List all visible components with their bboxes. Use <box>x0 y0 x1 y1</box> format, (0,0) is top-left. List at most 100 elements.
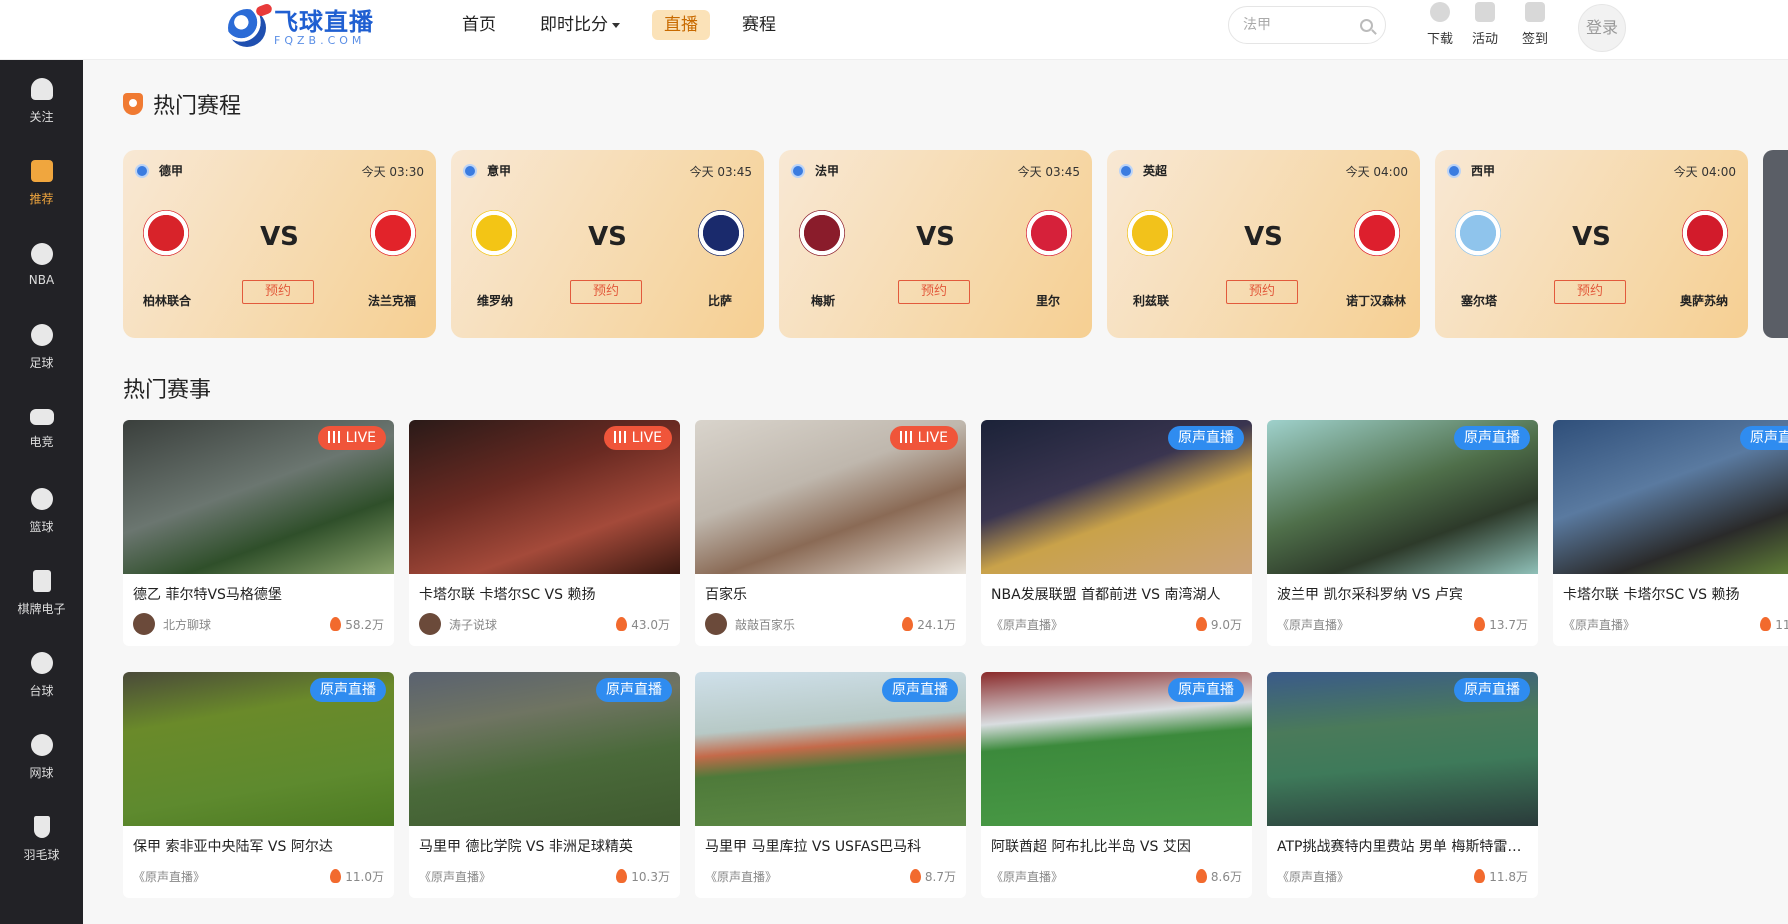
stream-thumbnail[interactable]: 原声直播 <box>1267 672 1538 826</box>
stream-meta: 《原声直播》 10.3万 <box>419 864 670 888</box>
heat-count: 11.5万 <box>1775 617 1788 632</box>
book-button[interactable]: 预约 <box>1554 280 1626 304</box>
sidebar-item-8[interactable]: 网球 <box>0 716 83 798</box>
stream-thumbnail[interactable]: LIVE <box>695 420 966 574</box>
match-card[interactable]: 法甲 今天 03:45 VS 梅斯 预约 里尔 <box>779 150 1092 338</box>
sidebar-item-0[interactable]: 关注 <box>0 60 83 142</box>
stream-card[interactable]: LIVE 德乙 菲尔特VS马格德堡 北方聊球 58.2万 <box>123 420 394 646</box>
stream-card[interactable]: 原声直播卡塔尔联 卡塔尔SC VS 赖扬《原声直播》 11.5万 <box>1553 420 1788 646</box>
anchor-avatar[interactable] <box>419 613 441 635</box>
original-audio-badge: 原声直播 <box>882 678 958 702</box>
stream-card[interactable]: 原声直播 ATP挑战赛特内里费站 男单 梅斯特雷… 《原声直播》 11.8万 <box>1267 672 1538 898</box>
search-icon[interactable] <box>1360 19 1373 32</box>
stream-thumbnail[interactable]: LIVE <box>409 420 680 574</box>
sidebar-item-6[interactable]: 棋牌电子 <box>0 552 83 634</box>
stream-thumbnail[interactable]: 原声直播 <box>695 672 966 826</box>
stream-thumbnail[interactable]: 原声直播 <box>123 672 394 826</box>
nav-item-0[interactable]: 首页 <box>450 10 508 40</box>
site-logo[interactable]: 飞球直播 FQZB.COM <box>228 6 398 50</box>
book-button[interactable]: 预约 <box>242 280 314 304</box>
fire-icon <box>1195 617 1207 631</box>
nav-item-1[interactable]: 即时比分 <box>528 10 632 40</box>
away-team-name: 法兰克福 <box>367 294 416 308</box>
main-content: 热门赛程 德甲 今天 03:30 VS 柏林联合 预约 法兰克福 意甲 今天 03:45 VS 维… <box>123 60 1788 924</box>
billiards-icon <box>30 651 53 674</box>
stream-thumbnail[interactable]: 原声直播 <box>1553 420 1788 574</box>
sidebar-item-5[interactable]: 篮球 <box>0 470 83 552</box>
stream-title: 保甲 索非亚中央陆军 VS 阿尔达 <box>133 839 333 855</box>
search-box[interactable] <box>1228 6 1386 44</box>
match-time: 今天 04:00 <box>1673 165 1736 179</box>
stream-card[interactable]: 原声直播 马里甲 德比学院 VS 非洲足球精英 《原声直播》 10.3万 <box>409 672 680 898</box>
more-schedule-button[interactable] <box>1763 150 1788 338</box>
original-audio-badge: 原声直播 <box>1740 426 1788 450</box>
gamepad-icon <box>29 408 54 425</box>
sidebar-item-label: 电竞 <box>29 434 54 449</box>
book-button[interactable]: 预约 <box>1226 280 1298 304</box>
sidebar-item-7[interactable]: 台球 <box>0 634 83 716</box>
anchor-avatar[interactable] <box>705 613 727 635</box>
league-label: 英超 <box>1119 162 1167 179</box>
sidebar-item-3[interactable]: 足球 <box>0 306 83 388</box>
sidebar-item-9[interactable]: 羽毛球 <box>0 798 83 880</box>
book-button[interactable]: 预约 <box>570 280 642 304</box>
nav-label: 直播 <box>664 15 698 35</box>
original-audio-badge: 原声直播 <box>1454 678 1530 702</box>
stream-card[interactable]: 原声直播 波兰甲 凯尔采科罗纳 VS 卢宾 《原声直播》 13.7万 <box>1267 420 1538 646</box>
football-icon <box>791 163 805 178</box>
anchor-avatar[interactable] <box>133 613 155 635</box>
book-button[interactable]: 预约 <box>898 280 970 304</box>
stream-thumbnail[interactable]: 原声直播 <box>981 420 1252 574</box>
match-card[interactable]: 英超 今天 04:00 VS 利兹联 预约 诺丁汉森林 <box>1107 150 1420 338</box>
heart-icon <box>30 77 53 100</box>
nav-item-2[interactable]: 直播 <box>652 10 710 40</box>
match-card[interactable]: 意甲 今天 03:45 VS 维罗纳 预约 比萨 <box>451 150 764 338</box>
fire-icon <box>1760 617 1772 631</box>
league-label: 意甲 <box>463 162 511 179</box>
stream-card[interactable]: LIVE 卡塔尔联 卡塔尔SC VS 赖扬 涛子说球 43.0万 <box>409 420 680 646</box>
match-card[interactable]: 西甲 今天 04:00 VS 塞尔塔 预约 奥萨苏纳 <box>1435 150 1748 338</box>
logo-text: 飞球直播 <box>274 8 374 36</box>
stream-meta: 《原声直播》 9.0万 <box>991 612 1242 636</box>
stream-card[interactable]: 原声直播 NBA发展联盟 首都前进 VS 南湾湖人 《原声直播》 9.0万 <box>981 420 1252 646</box>
football-icon <box>135 163 149 178</box>
anchor-name: 《原声直播》 <box>991 617 1064 632</box>
stream-meta: 北方聊球 58.2万 <box>133 612 384 636</box>
league-label: 西甲 <box>1447 162 1495 179</box>
login-button[interactable]: 登录 <box>1578 4 1626 52</box>
nav-item-3[interactable]: 赛程 <box>730 10 788 40</box>
sidebar-item-label: 关注 <box>29 109 54 124</box>
stream-thumbnail[interactable]: 原声直播 <box>409 672 680 826</box>
caret-down-icon <box>612 22 620 28</box>
toolbar-calendar-check-button[interactable]: 签到 <box>1513 2 1557 47</box>
away-team-crest-icon <box>1354 210 1400 256</box>
live-bars-icon <box>899 431 912 443</box>
stream-card[interactable]: 原声直播 阿联酋超 阿布扎比半岛 VS 艾因 《原声直播》 8.6万 <box>981 672 1252 898</box>
logo-ball-icon <box>228 9 266 47</box>
stream-meta: 《原声直播》 11.5万 <box>1563 612 1788 636</box>
nba-icon <box>30 243 53 265</box>
heat-count: 8.6万 <box>1210 869 1242 884</box>
away-team-crest-icon <box>1026 210 1072 256</box>
sidebar-item-4[interactable]: 电竞 <box>0 388 83 470</box>
search-input[interactable] <box>1243 7 1353 43</box>
stream-thumbnail[interactable]: LIVE <box>123 420 394 574</box>
home-team-name: 利兹联 <box>1132 294 1169 308</box>
hot-events-heading: 热门赛事 <box>123 378 212 403</box>
heat-count: 10.3万 <box>631 869 670 884</box>
stream-card[interactable]: 原声直播 马里甲 马里库拉 VS USFAS巴马科 《原声直播》 8.7万 <box>695 672 966 898</box>
stream-thumbnail[interactable]: 原声直播 <box>1267 420 1538 574</box>
stream-meta: 《原声直播》 11.0万 <box>133 864 384 888</box>
fire-icon <box>1474 617 1486 631</box>
fire-icon <box>1474 869 1486 883</box>
sidebar-item-1[interactable]: 推荐 <box>0 142 83 224</box>
toolbar-download-button[interactable]: 下载 <box>1418 2 1462 47</box>
stream-card[interactable]: LIVE 百家乐 敲敲百家乐 24.1万 <box>695 420 966 646</box>
stream-thumbnail[interactable]: 原声直播 <box>981 672 1252 826</box>
sport-sidebar: 关注推荐 NBA 足球电竞篮球 棋牌电子 台球 网球 羽毛球 <box>0 60 83 924</box>
toolbar-gift-button[interactable]: 活动 <box>1463 2 1507 47</box>
sidebar-item-2[interactable]: NBA <box>0 224 83 306</box>
league-label: 法甲 <box>791 162 839 179</box>
match-card[interactable]: 德甲 今天 03:30 VS 柏林联合 预约 法兰克福 <box>123 150 436 338</box>
stream-card[interactable]: 原声直播保甲 索非亚中央陆军 VS 阿尔达《原声直播》 11.0万 <box>123 672 394 898</box>
